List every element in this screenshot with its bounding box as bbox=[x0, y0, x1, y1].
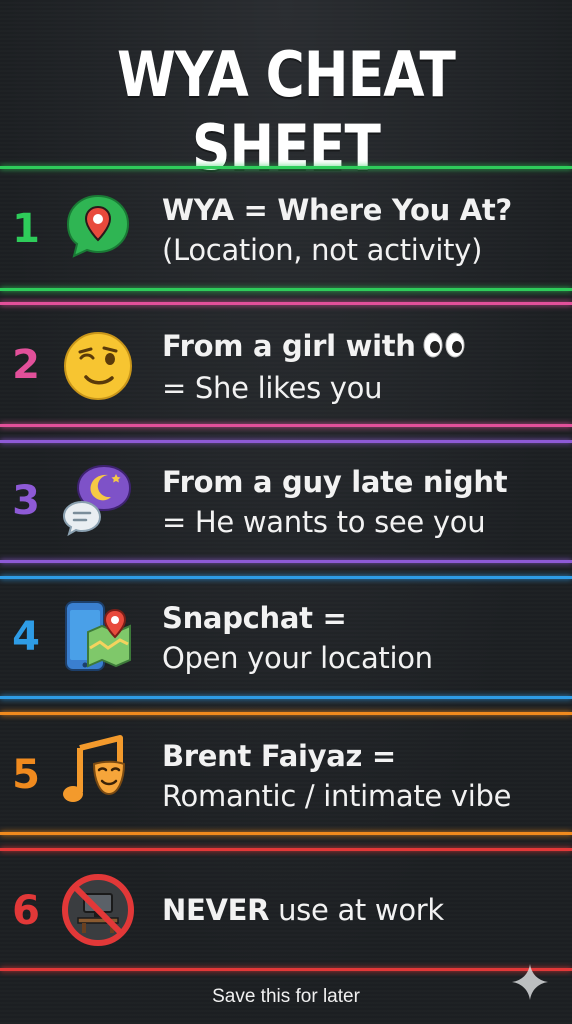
sparkle-icon bbox=[510, 962, 550, 1002]
item-number: 3 bbox=[12, 478, 40, 524]
eyes-emoji-icon bbox=[422, 328, 466, 368]
map-pin-chat-icon bbox=[60, 190, 136, 266]
list-item: 5 Brent Faiyaz = Romantic / intimate vib… bbox=[0, 716, 572, 832]
list-item: 1 WYA = Where You At? (Location, not act… bbox=[0, 170, 572, 288]
page-title: WYA CHEAT SHEET bbox=[116, 38, 456, 184]
item-title: From a girl with bbox=[162, 329, 416, 363]
list-item: 3 From a guy late night = He wants to se… bbox=[0, 444, 572, 560]
item-number: 2 bbox=[12, 342, 40, 388]
item-number: 4 bbox=[12, 614, 40, 660]
footer-text: Save this for later bbox=[212, 986, 360, 1007]
item-meaning: (Location, not activity) bbox=[162, 233, 483, 267]
divider-orange-bottom bbox=[0, 832, 572, 835]
divider-purple-top bbox=[0, 440, 572, 443]
item-title: From a guy late night bbox=[162, 465, 508, 499]
item-meaning: Open your location bbox=[162, 641, 433, 675]
item-title: Brent Faiyaz = bbox=[162, 739, 396, 773]
item-meaning: Romantic / intimate vibe bbox=[162, 779, 512, 813]
item-meaning: = He wants to see you bbox=[162, 505, 486, 539]
item-title: Snapchat = bbox=[162, 601, 347, 635]
list-item: 4 Snapchat = Open your location bbox=[0, 580, 572, 696]
winking-face-icon bbox=[60, 328, 136, 404]
divider-pink-bottom bbox=[0, 424, 572, 427]
no-work-icon bbox=[60, 872, 136, 948]
item-title: WYA = Where You At? bbox=[162, 193, 512, 227]
list-item: 6 NEVER use at work bbox=[0, 852, 572, 968]
item-title: NEVER bbox=[162, 893, 270, 927]
music-note-mask-icon bbox=[60, 734, 136, 810]
divider-green-bottom bbox=[0, 288, 572, 291]
divider-orange-top bbox=[0, 712, 572, 715]
divider-red-bottom bbox=[0, 968, 572, 971]
phone-map-icon bbox=[60, 598, 136, 674]
divider-red-top bbox=[0, 848, 572, 851]
item-meaning: = She likes you bbox=[162, 371, 383, 405]
divider-blue-top bbox=[0, 576, 572, 579]
item-number: 6 bbox=[12, 888, 40, 934]
divider-purple-bottom bbox=[0, 560, 572, 563]
item-number: 5 bbox=[12, 752, 40, 798]
list-item: 2 From a girl with = She likes you bbox=[0, 306, 572, 424]
divider-green-top bbox=[0, 166, 572, 169]
item-number: 1 bbox=[12, 206, 40, 252]
divider-blue-bottom bbox=[0, 696, 572, 699]
item-meaning: use at work bbox=[269, 893, 444, 927]
divider-pink-top bbox=[0, 302, 572, 305]
night-chat-icon bbox=[60, 462, 136, 538]
